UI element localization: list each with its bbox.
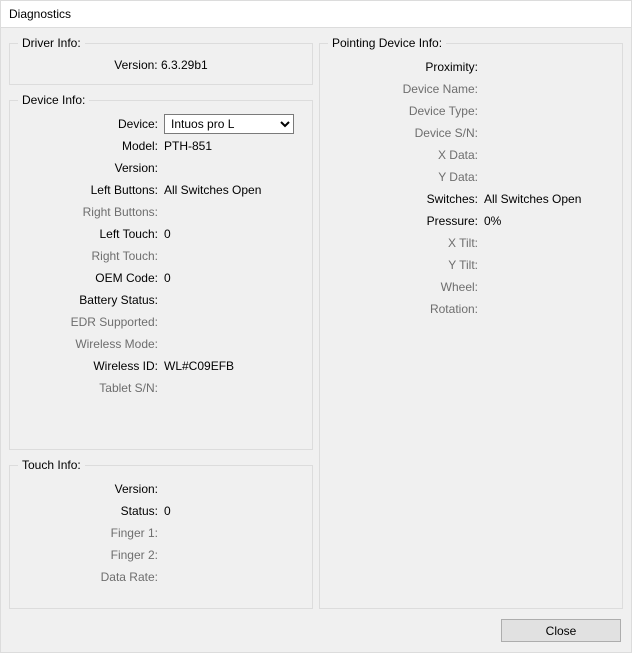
wheel-label: Wheel: [328, 280, 484, 294]
device-label: Device: [18, 117, 164, 131]
battery-status-label: Battery Status: [18, 293, 164, 307]
device-select[interactable]: Intuos pro L [164, 114, 294, 134]
y-tilt-label: Y Tilt: [328, 258, 484, 272]
wireless-id-value: WL#C09EFB [164, 359, 304, 373]
left-touch-label: Left Touch: [18, 227, 164, 241]
wireless-mode-label: Wireless Mode: [18, 337, 164, 351]
device-info-legend: Device Info: [18, 93, 89, 107]
data-rate-label: Data Rate: [18, 570, 164, 584]
driver-info-group: Driver Info: Version: 6.3.29b1 [9, 36, 313, 85]
device-version-label: Version: [18, 161, 164, 175]
right-buttons-label: Right Buttons: [18, 205, 164, 219]
left-buttons-label: Left Buttons: [18, 183, 164, 197]
driver-version-value: 6.3.29b1 [161, 58, 208, 72]
touch-version-label: Version: [18, 482, 164, 496]
pressure-value: 0% [484, 214, 614, 228]
model-label: Model: [18, 139, 164, 153]
left-buttons-value: All Switches Open [164, 183, 304, 197]
oem-code-value: 0 [164, 271, 304, 285]
touch-info-legend: Touch Info: [18, 458, 85, 472]
touch-info-group: Touch Info: Version: Status: 0 Finger 1:… [9, 458, 313, 609]
device-info-group: Device Info: Device: Intuos pro L Model:… [9, 93, 313, 450]
pressure-label: Pressure: [328, 214, 484, 228]
pdevice-type-label: Device Type: [328, 104, 484, 118]
window-title: Diagnostics [1, 1, 631, 28]
finger1-label: Finger 1: [18, 526, 164, 540]
footer: Close [1, 613, 631, 652]
left-touch-value: 0 [164, 227, 304, 241]
wireless-id-label: Wireless ID: [18, 359, 164, 373]
y-data-label: Y Data: [328, 170, 484, 184]
driver-version-label: Version: [114, 58, 157, 72]
driver-info-legend: Driver Info: [18, 36, 85, 50]
switches-label: Switches: [328, 192, 484, 206]
pdevice-sn-label: Device S/N: [328, 126, 484, 140]
close-button[interactable]: Close [501, 619, 621, 642]
right-column: Pointing Device Info: Proximity: Device … [319, 36, 623, 609]
proximity-label: Proximity: [328, 60, 484, 74]
oem-code-label: OEM Code: [18, 271, 164, 285]
rotation-label: Rotation: [328, 302, 484, 316]
driver-version-row: Version: 6.3.29b1 [18, 56, 304, 74]
edr-supported-label: EDR Supported: [18, 315, 164, 329]
pdevice-name-label: Device Name: [328, 82, 484, 96]
touch-status-value: 0 [164, 504, 304, 518]
touch-status-label: Status: [18, 504, 164, 518]
model-value: PTH-851 [164, 139, 304, 153]
left-column: Driver Info: Version: 6.3.29b1 Device In… [9, 36, 313, 609]
diagnostics-window: Diagnostics Driver Info: Version: 6.3.29… [0, 0, 632, 653]
x-data-label: X Data: [328, 148, 484, 162]
pointing-device-legend: Pointing Device Info: [328, 36, 446, 50]
pointing-device-group: Pointing Device Info: Proximity: Device … [319, 36, 623, 609]
finger2-label: Finger 2: [18, 548, 164, 562]
right-touch-label: Right Touch: [18, 249, 164, 263]
switches-value: All Switches Open [484, 192, 614, 206]
tablet-sn-label: Tablet S/N: [18, 381, 164, 395]
content-area: Driver Info: Version: 6.3.29b1 Device In… [1, 28, 631, 613]
x-tilt-label: X Tilt: [328, 236, 484, 250]
